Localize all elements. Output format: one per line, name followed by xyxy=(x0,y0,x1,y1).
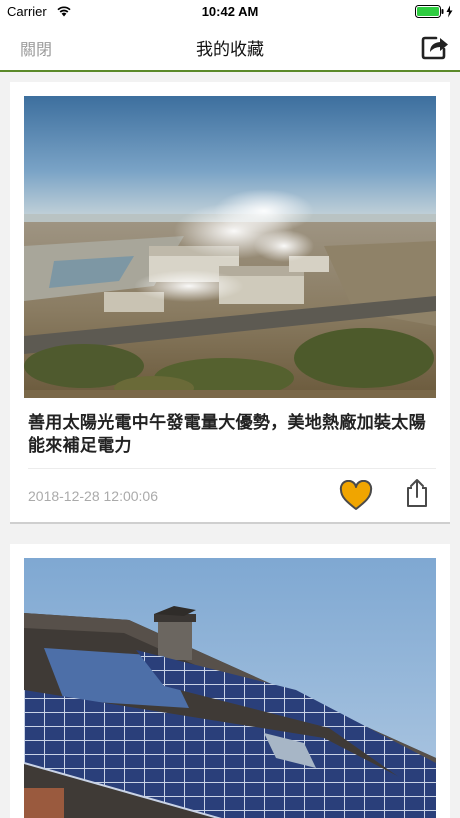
favorites-list: 善用太陽光電中午發電量大優勢，美地熱廠加裝太陽能來補足電力 2018-12-28… xyxy=(0,74,460,818)
news-card[interactable]: 善用太陽光電中午發電量大優勢，美地熱廠加裝太陽能來補足電力 2018-12-28… xyxy=(10,82,450,524)
divider xyxy=(28,468,436,469)
status-bar: Carrier 10:42 AM xyxy=(0,0,460,24)
news-card[interactable] xyxy=(10,544,450,818)
battery-icon xyxy=(415,5,453,18)
charging-bolt-icon xyxy=(446,5,453,18)
heart-icon[interactable] xyxy=(339,480,373,512)
nav-bar: 關閉 我的收藏 xyxy=(0,24,460,72)
news-title[interactable]: 善用太陽光電中午發電量大優勢，美地熱廠加裝太陽能來補足電力 xyxy=(28,412,438,458)
status-time: 10:42 AM xyxy=(201,4,259,19)
close-button[interactable]: 關閉 xyxy=(20,36,52,60)
share-box-arrow-icon[interactable] xyxy=(420,32,450,60)
rooftop-solar-panels-photo[interactable] xyxy=(24,558,436,818)
page-title: 我的收藏 xyxy=(196,40,264,60)
geothermal-power-plant-photo[interactable] xyxy=(24,96,436,398)
share-icon[interactable] xyxy=(403,477,431,509)
news-date: 2018-12-28 12:00:06 xyxy=(28,488,158,504)
